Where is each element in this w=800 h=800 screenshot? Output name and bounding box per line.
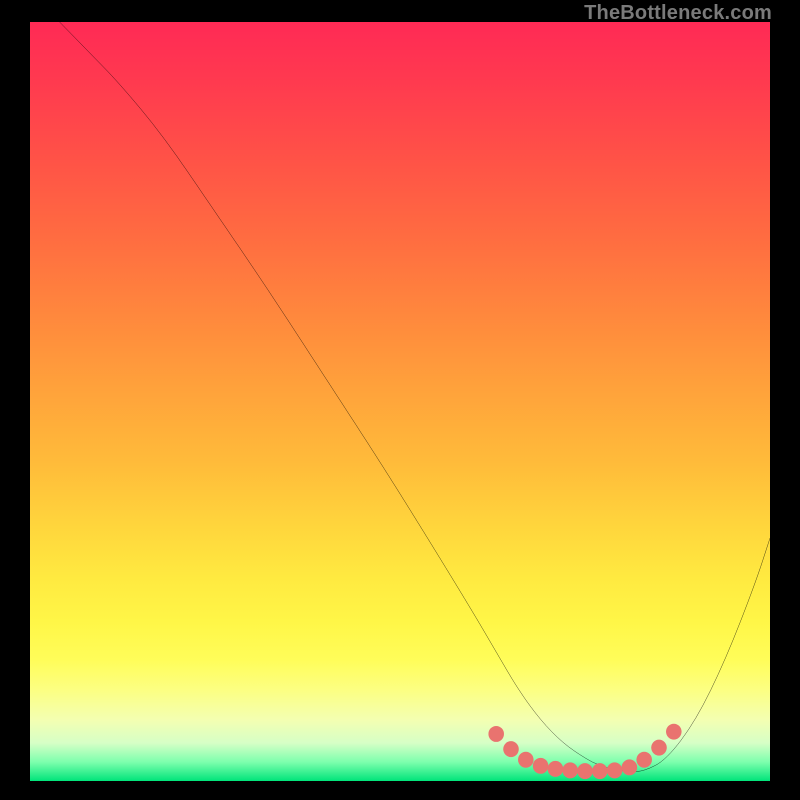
floor-marker	[503, 741, 519, 757]
floor-marker	[548, 761, 564, 777]
floor-marker	[651, 740, 667, 756]
floor-marker	[577, 763, 593, 779]
floor-marker	[592, 763, 608, 779]
floor-marker	[607, 762, 623, 778]
floor-marker	[562, 762, 578, 778]
floor-marker	[488, 726, 504, 742]
floor-marker	[533, 758, 549, 774]
floor-marker	[636, 752, 652, 768]
plot-area	[30, 22, 770, 781]
chart-stage: TheBottleneck.com	[0, 0, 800, 800]
floor-marker	[666, 724, 682, 740]
floor-marker-group	[488, 724, 681, 779]
curve-line	[60, 22, 770, 772]
curve-overlay	[30, 22, 770, 781]
floor-marker	[622, 759, 638, 775]
floor-marker	[518, 752, 534, 768]
